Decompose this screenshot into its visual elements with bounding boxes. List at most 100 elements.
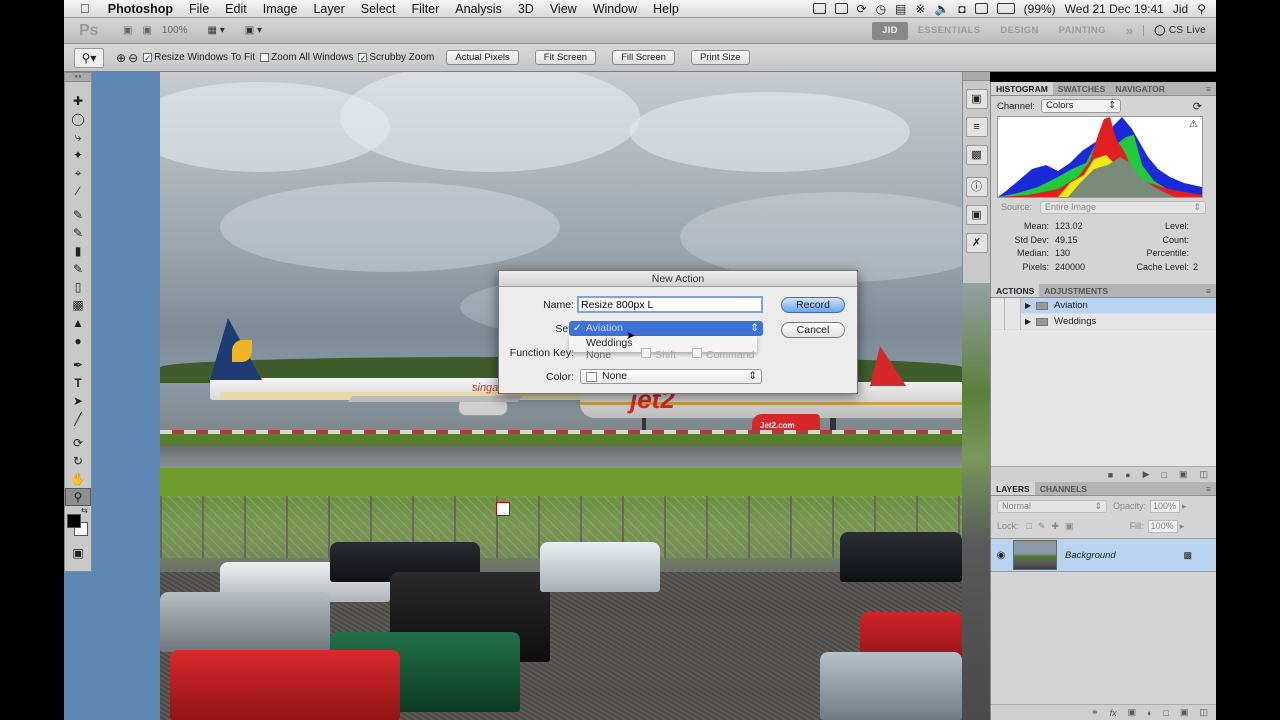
history-brush-icon[interactable]: ✎	[65, 260, 91, 278]
quick-select-icon[interactable]: ✦	[65, 146, 91, 164]
chevron-right-icon[interactable]: ▸	[1182, 501, 1187, 512]
pen-tool-icon[interactable]: ✒	[65, 356, 91, 374]
blend-mode-select[interactable]: Normal ⇕	[997, 499, 1107, 513]
lasso-tool-icon[interactable]: ⤷	[65, 128, 91, 146]
clone-source-panel-icon[interactable]: ▩	[965, 145, 988, 165]
shift-checkbox[interactable]	[641, 348, 651, 358]
action-name-input[interactable]	[577, 296, 763, 313]
play-icon[interactable]: ▶	[1143, 469, 1150, 480]
spotlight-icon[interactable]: ⚲	[1197, 2, 1206, 16]
mini-bridge-panel-icon[interactable]: ▣	[965, 89, 988, 109]
disclosure-triangle-icon[interactable]: ▶	[1025, 317, 1031, 326]
bridge-icon[interactable]: ▣	[123, 22, 132, 40]
workspace-design[interactable]: DESIGN	[990, 25, 1048, 36]
tools-grip[interactable]: ●●	[65, 73, 91, 82]
lock-position-icon[interactable]: ✚	[1052, 521, 1060, 532]
document-canvas[interactable]: singapore jet2 Jet2.com	[160, 72, 962, 720]
set-select-open[interactable]: ✓ Aviation ⇕	[569, 321, 763, 336]
workspace-essentials[interactable]: ESSENTIALS	[908, 25, 991, 36]
bluetooth-icon[interactable]: ※	[915, 2, 925, 16]
tab-histogram[interactable]: HISTOGRAM	[991, 82, 1053, 95]
3d-orbit-icon[interactable]: ↻	[65, 452, 91, 470]
function-key-select[interactable]: None	[586, 349, 611, 361]
line-tool-icon[interactable]: ╱	[65, 410, 91, 428]
screen-record-icon[interactable]	[812, 3, 826, 14]
menu-3d[interactable]: 3D	[510, 2, 542, 16]
channel-select[interactable]: Colors ⇕	[1041, 99, 1122, 113]
resize-windows-checkbox[interactable]: ✓ Resize Windows To Fit	[143, 52, 255, 63]
crop-tool-icon[interactable]: ⌖	[65, 164, 91, 182]
menu-analysis[interactable]: Analysis	[447, 2, 510, 16]
clock[interactable]: Wed 21 Dec 19:41	[1065, 2, 1164, 16]
record-icon[interactable]: ●	[1125, 470, 1130, 480]
tab-actions[interactable]: ACTIONS	[991, 284, 1040, 297]
3d-rotate-icon[interactable]: ⟳	[65, 434, 91, 452]
refresh-icon[interactable]: ⟳	[1193, 100, 1202, 113]
menu-view[interactable]: View	[542, 2, 585, 16]
lock-transparency-icon[interactable]: □	[1027, 521, 1032, 531]
fill-screen-button[interactable]: Fill Screen	[612, 50, 675, 65]
trash-icon[interactable]: ◫	[1199, 469, 1208, 480]
zoom-in-icon[interactable]: ⊕	[116, 51, 126, 65]
volume-icon[interactable]: 🔈	[934, 2, 949, 16]
move-tool-icon[interactable]: ✚	[65, 92, 91, 110]
strip-grip[interactable]	[963, 72, 990, 81]
visibility-eye-icon[interactable]: ◉	[991, 550, 1011, 561]
workspace-painting[interactable]: PAINTING	[1049, 25, 1116, 36]
action-set-weddings[interactable]: ▶ Weddings	[991, 313, 1216, 330]
cancel-button[interactable]: Cancel	[781, 322, 845, 338]
tab-navigator[interactable]: NAVIGATOR	[1110, 82, 1170, 95]
apple-menu[interactable]: 	[64, 1, 100, 16]
mini-bridge-icon[interactable]: ▣	[142, 22, 151, 40]
eraser-icon[interactable]: ▯	[65, 278, 91, 296]
battery-icon[interactable]	[996, 3, 1015, 14]
panel-menu-icon[interactable]: ≡	[1201, 482, 1216, 495]
display-icon[interactable]	[834, 3, 848, 14]
disclosure-triangle-icon[interactable]: ▶	[1025, 301, 1031, 310]
wifi-icon[interactable]: ◘	[958, 2, 965, 16]
zoom-all-windows-checkbox[interactable]: Zoom All Windows	[260, 52, 353, 63]
opacity-field[interactable]: 100%	[1150, 499, 1181, 513]
info-panel-icon[interactable]: ⓘ	[965, 177, 988, 197]
layer-mask-icon[interactable]: ▣	[1128, 707, 1137, 718]
action-set-aviation[interactable]: ▶ Aviation	[991, 297, 1216, 314]
fit-screen-button[interactable]: Fit Screen	[534, 50, 597, 65]
monitor-icon[interactable]: ▤	[895, 2, 906, 16]
menu-filter[interactable]: Filter	[404, 2, 448, 16]
lock-all-icon[interactable]: ▣	[1065, 521, 1074, 532]
tab-adjustments[interactable]: ADJUSTMENTS	[1039, 284, 1113, 297]
menu-edit[interactable]: Edit	[217, 2, 255, 16]
workspace-jid[interactable]: JID	[872, 21, 908, 40]
blur-tool-icon[interactable]: ▲	[65, 314, 91, 332]
sync-icon[interactable]: ⟳	[857, 2, 867, 16]
layer-style-icon[interactable]: fx	[1110, 708, 1117, 718]
history-panel-icon[interactable]: ≡	[965, 117, 988, 137]
brush-tool-icon[interactable]: ✎	[65, 224, 91, 242]
zoom-tool-icon[interactable]: ⚲	[65, 488, 91, 506]
chevron-right-icon[interactable]: ▸	[1180, 521, 1185, 532]
tab-swatches[interactable]: SWATCHES	[1053, 82, 1111, 95]
link-layers-icon[interactable]: ⚭	[1091, 707, 1099, 718]
user-name[interactable]: Jid	[1173, 2, 1188, 16]
cs-live-button[interactable]: ◯ CS Live	[1143, 25, 1216, 36]
new-layer-icon[interactable]: ▣	[1180, 707, 1189, 718]
adjustment-layer-icon[interactable]: ◐	[1147, 708, 1152, 718]
type-tool-icon[interactable]: T	[65, 374, 91, 392]
tab-layers[interactable]: LAYERS	[991, 482, 1035, 495]
panel-menu-icon[interactable]: ≡	[1201, 82, 1216, 95]
screen-mode-icon[interactable]: ▣ ▾	[245, 22, 262, 40]
stop-icon[interactable]: ■	[1108, 470, 1113, 480]
menu-layer[interactable]: Layer	[305, 2, 352, 16]
menu-file[interactable]: File	[181, 2, 217, 16]
command-checkbox[interactable]	[692, 348, 702, 358]
trash-icon[interactable]: ◫	[1199, 707, 1208, 718]
menu-window[interactable]: Window	[585, 2, 645, 16]
clone-stamp-icon[interactable]: ▮	[65, 242, 91, 260]
toggle-dialog-checkbox[interactable]	[1005, 297, 1021, 314]
new-group-icon[interactable]: □	[1164, 708, 1169, 718]
menu-select[interactable]: Select	[353, 2, 404, 16]
dodge-tool-icon[interactable]: ●	[65, 332, 91, 350]
hand-tool-icon[interactable]: ✋	[65, 470, 91, 488]
new-set-icon[interactable]: □	[1162, 470, 1167, 480]
healing-brush-icon[interactable]: ✎	[65, 206, 91, 224]
